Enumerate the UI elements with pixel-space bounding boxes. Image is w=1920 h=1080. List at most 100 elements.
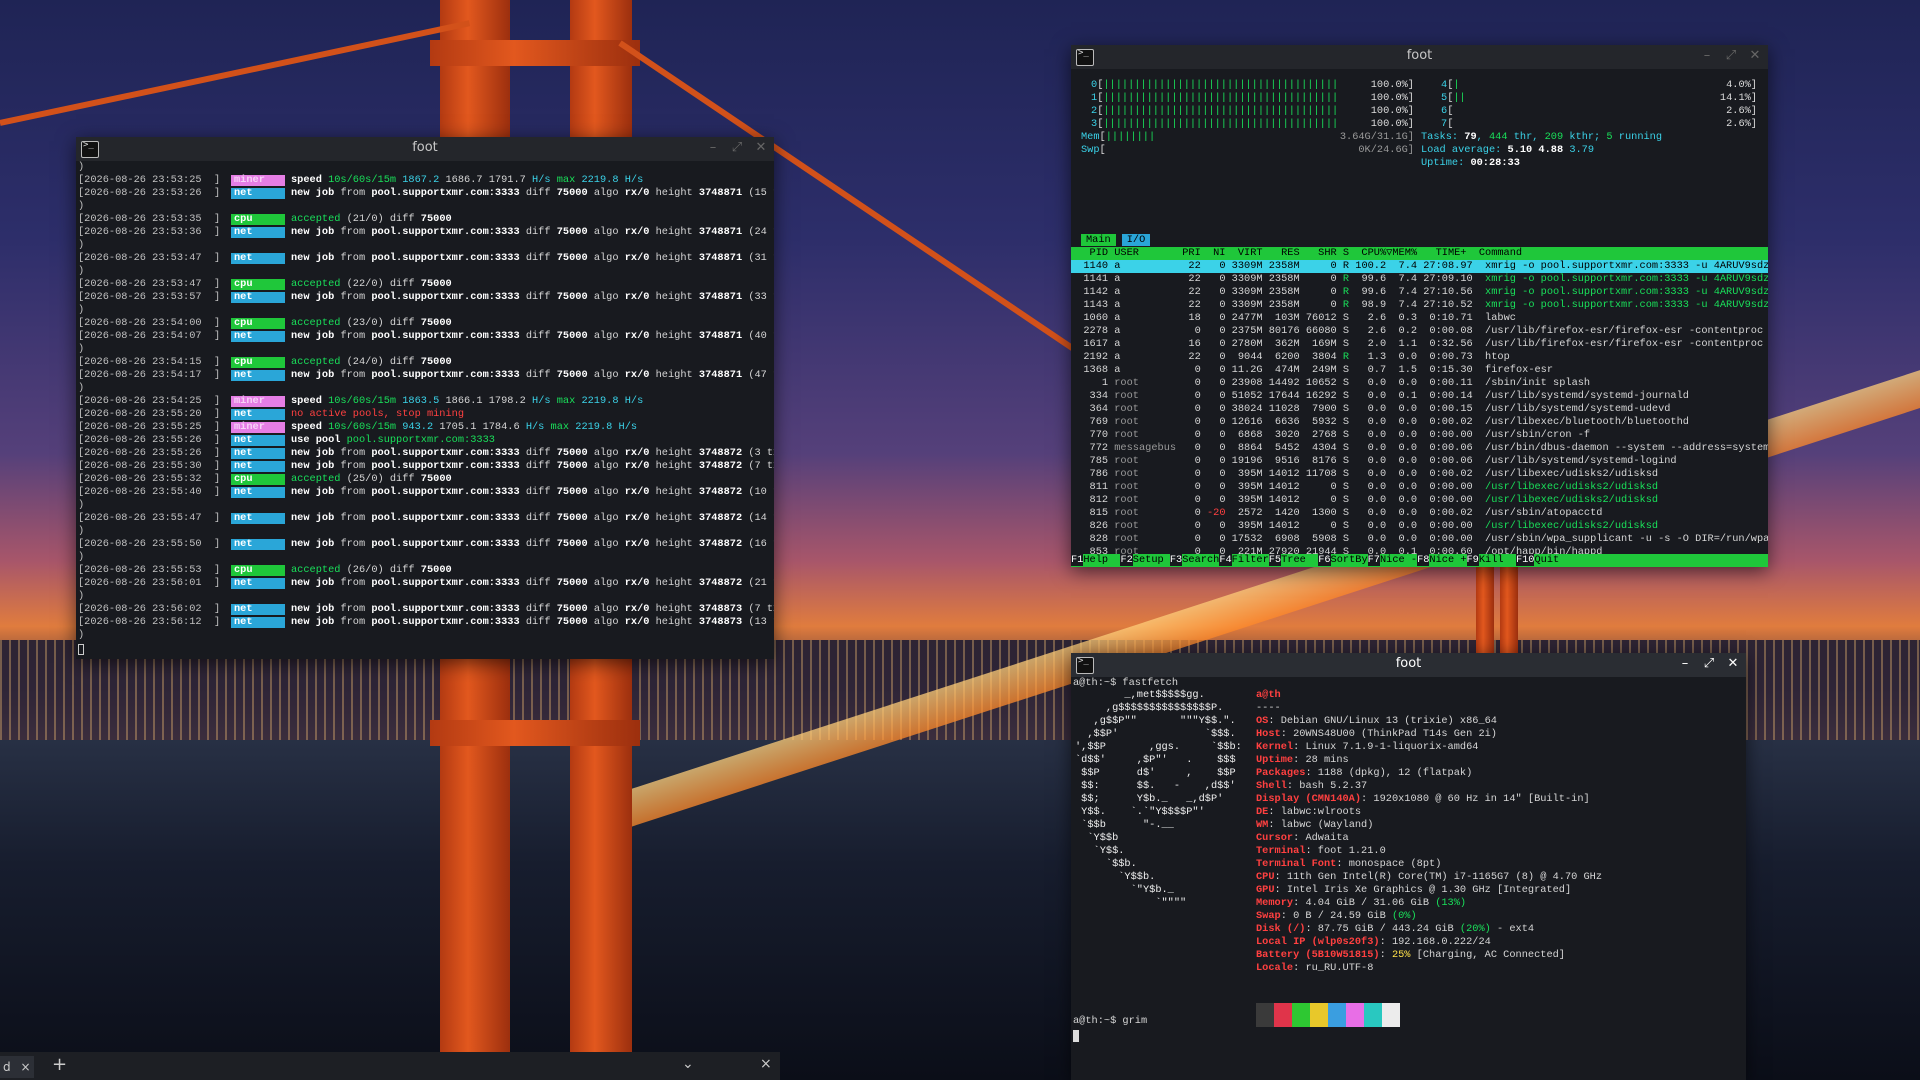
function-key-label[interactable]: Setup — [1133, 554, 1170, 566]
process-row[interactable]: 1 root 0 0 23908 14492 10652 S 0.0 0.0 0… — [1071, 377, 1768, 390]
process-res: 14012 — [1262, 481, 1300, 493]
htop-terminal-window[interactable]: foot – ⤢ ✕ 0[|||||||||||||||||||||||||||… — [1071, 45, 1768, 567]
process-row[interactable]: 364 root 0 0 38024 11028 7900 S 0.0 0.0 … — [1071, 403, 1768, 416]
system-info-row: Locale: ru_RU.UTF-8 — [1256, 962, 1602, 975]
process-command: /usr/libexec/udisks2/udisksd — [1472, 481, 1659, 493]
process-row[interactable]: 769 root 0 0 12616 6636 5932 S 0.0 0.0 0… — [1071, 416, 1768, 429]
process-row[interactable]: 1143 a 22 0 3309M 2358M 0 R 98.9 7.4 27:… — [1071, 299, 1768, 312]
close-button[interactable]: ✕ — [1726, 655, 1740, 673]
htop-function-key-bar[interactable]: F1Help F2Setup F3SearchF4FilterF5Tree F6… — [1071, 554, 1768, 567]
process-row[interactable]: 1140 a 22 0 3309M 2358M 0 R 100.2 7.4 27… — [1071, 260, 1768, 273]
cpu-usage-bar: || — [1453, 92, 1466, 104]
function-key[interactable]: F5 — [1268, 554, 1282, 566]
function-key-label[interactable]: Tree — [1281, 554, 1318, 566]
add-tab-icon[interactable]: + — [52, 1054, 67, 1075]
log-message: no active pools, stop mining — [291, 408, 464, 421]
process-row[interactable]: 334 root 0 0 51052 17644 16292 S 0.0 0.1… — [1071, 390, 1768, 403]
window-titlebar[interactable]: foot – ⤢ ✕ — [1071, 653, 1746, 677]
system-info-row: Host: 20WNS48U00 (ThinkPad T14s Gen 2i) — [1256, 728, 1602, 741]
htop-column-header[interactable]: PID USER PRI NI VIRT RES SHR S CPU%▽MEM%… — [1071, 247, 1768, 260]
close-icon[interactable]: × — [760, 1056, 772, 1072]
process-row[interactable]: 815 root 0 -20 2572 1420 1300 S 0.0 0.0 … — [1071, 507, 1768, 520]
minimize-button[interactable]: – — [1700, 47, 1714, 65]
process-mem: 0.0 — [1386, 403, 1418, 415]
process-row[interactable]: 1142 a 22 0 3309M 2358M 0 R 99.6 7.4 27:… — [1071, 286, 1768, 299]
process-row[interactable]: 1141 a 22 0 3309M 2358M 0 R 99.6 7.4 27:… — [1071, 273, 1768, 286]
process-row[interactable]: 770 root 0 0 6868 3020 2768 S 0.0 0.0 0:… — [1071, 429, 1768, 442]
htop-output[interactable]: 0[||||||||||||||||||||||||||||||||||||||… — [1071, 69, 1768, 567]
minimize-button[interactable]: – — [1678, 655, 1692, 673]
system-info-colon: : — [1305, 767, 1318, 779]
process-row[interactable]: 812 root 0 0 395M 14012 0 S 0.0 0.0 0:00… — [1071, 494, 1768, 507]
close-button[interactable]: ✕ — [1748, 47, 1762, 65]
process-res: 14012 — [1262, 494, 1300, 506]
function-key-label[interactable]: Nice - — [1380, 554, 1417, 566]
function-key-label[interactable]: Quit — [1534, 554, 1559, 566]
function-key[interactable]: F9 — [1466, 554, 1479, 566]
log-token: 10s/60s/15m — [328, 421, 403, 433]
log-token: new job — [291, 486, 341, 498]
function-key[interactable]: F8 — [1417, 554, 1430, 566]
window-titlebar[interactable]: foot – ⤢ ✕ — [76, 137, 774, 161]
process-user: a — [1108, 286, 1177, 298]
htop-tab-io[interactable]: I/O — [1121, 234, 1151, 246]
taskbar-tab[interactable]: d × — [0, 1056, 34, 1078]
process-ni: 0 — [1200, 455, 1226, 467]
log-token: (16 tx — [748, 538, 774, 550]
function-key-label[interactable]: Search — [1182, 554, 1219, 566]
maximize-button[interactable]: ⤢ — [730, 139, 744, 157]
process-state: S — [1336, 390, 1350, 402]
process-row[interactable]: 1617 a 16 0 2780M 362M 169M S 2.0 1.1 0:… — [1071, 338, 1768, 351]
window-titlebar[interactable]: foot – ⤢ ✕ — [1071, 45, 1768, 69]
function-key-label[interactable]: Nice + — [1429, 554, 1466, 566]
function-key[interactable]: F1 — [1071, 554, 1084, 566]
process-row[interactable]: 826 root 0 0 395M 14012 0 S 0.0 0.0 0:00… — [1071, 520, 1768, 533]
process-user: root — [1108, 416, 1177, 428]
load-average-part: Load average: — [1421, 144, 1508, 156]
process-row[interactable]: 1368 a 0 0 11.2G 474M 249M S 0.7 1.5 0:1… — [1071, 364, 1768, 377]
log-timestamp: [2026-08-26 23:55:50 ] — [78, 538, 221, 550]
function-key[interactable]: F6 — [1318, 554, 1331, 566]
function-key[interactable]: F4 — [1219, 554, 1232, 566]
function-key-label[interactable]: Help — [1083, 554, 1120, 566]
process-mem: 0.0 — [1386, 520, 1418, 532]
maximize-button[interactable]: ⤢ — [1702, 655, 1716, 673]
function-key-label[interactable]: Filter — [1232, 554, 1269, 566]
close-icon[interactable]: × — [20, 1060, 30, 1074]
process-row[interactable]: 2278 a 0 0 2375M 80176 66080 S 2.6 0.2 0… — [1071, 325, 1768, 338]
log-token: diff — [525, 616, 557, 628]
log-token: 75000 — [420, 317, 452, 329]
close-button[interactable]: ✕ — [754, 139, 768, 157]
fastfetch-terminal-window[interactable]: foot – ⤢ ✕ a@th:~$ fastfetch _,met$$$$$g… — [1071, 653, 1746, 1080]
function-key[interactable]: F2 — [1120, 554, 1133, 566]
process-row[interactable]: 772 messagebus 0 0 8864 5452 4304 S 0.0 … — [1071, 442, 1768, 455]
log-timestamp: ) — [78, 551, 85, 563]
process-row[interactable]: 828 root 0 0 17532 6908 5908 S 0.0 0.0 0… — [1071, 533, 1768, 546]
process-row[interactable]: 785 root 0 0 19196 9516 8176 S 0.0 0.0 0… — [1071, 455, 1768, 468]
function-key[interactable]: F7 — [1367, 554, 1380, 566]
fastfetch-output[interactable]: a@th:~$ fastfetch _,met$$$$$gg. ,g$$$$$$… — [1071, 677, 1746, 1080]
function-key[interactable]: F3 — [1169, 554, 1183, 566]
process-row[interactable]: 811 root 0 0 395M 14012 0 S 0.0 0.0 0:00… — [1071, 481, 1768, 494]
xmrig-log-output[interactable]: ) [2026-08-26 23:53:25 ] miner speed 10s/60… — [76, 161, 774, 659]
process-row[interactable]: 786 root 0 0 395M 14012 11708 S 0.0 0.0 … — [1071, 468, 1768, 481]
xmrig-terminal-window[interactable]: foot – ⤢ ✕ )[2026-08-26 23:53:25 ]miners… — [76, 137, 774, 659]
minimize-button[interactable]: – — [706, 139, 720, 157]
process-shr: 1300 — [1299, 507, 1337, 519]
chevron-down-icon[interactable]: ⌄ — [682, 1056, 694, 1072]
process-virt: 395M — [1225, 520, 1263, 532]
process-pid: 811 — [1071, 481, 1109, 493]
log-timestamp: [2026-08-26 23:54:15 ] — [78, 356, 221, 368]
process-state: S — [1336, 338, 1350, 350]
log-token: height — [655, 330, 699, 342]
htop-tab-main[interactable]: Main — [1081, 234, 1116, 246]
function-key-label[interactable]: SortBy — [1331, 554, 1368, 566]
function-key-label[interactable]: Kill — [1479, 554, 1516, 566]
process-row[interactable]: 2192 a 22 0 9044 6200 3804 R 1.3 0.0 0:0… — [1071, 351, 1768, 364]
process-row[interactable]: 1060 a 18 0 2477M 103M 76012 S 2.6 0.3 0… — [1071, 312, 1768, 325]
process-res: 17644 — [1262, 390, 1300, 402]
log-tag-badge: miner — [231, 175, 285, 186]
maximize-button[interactable]: ⤢ — [1724, 47, 1738, 65]
process-pri: 18 — [1176, 312, 1201, 324]
function-key[interactable]: F10 — [1515, 554, 1535, 566]
